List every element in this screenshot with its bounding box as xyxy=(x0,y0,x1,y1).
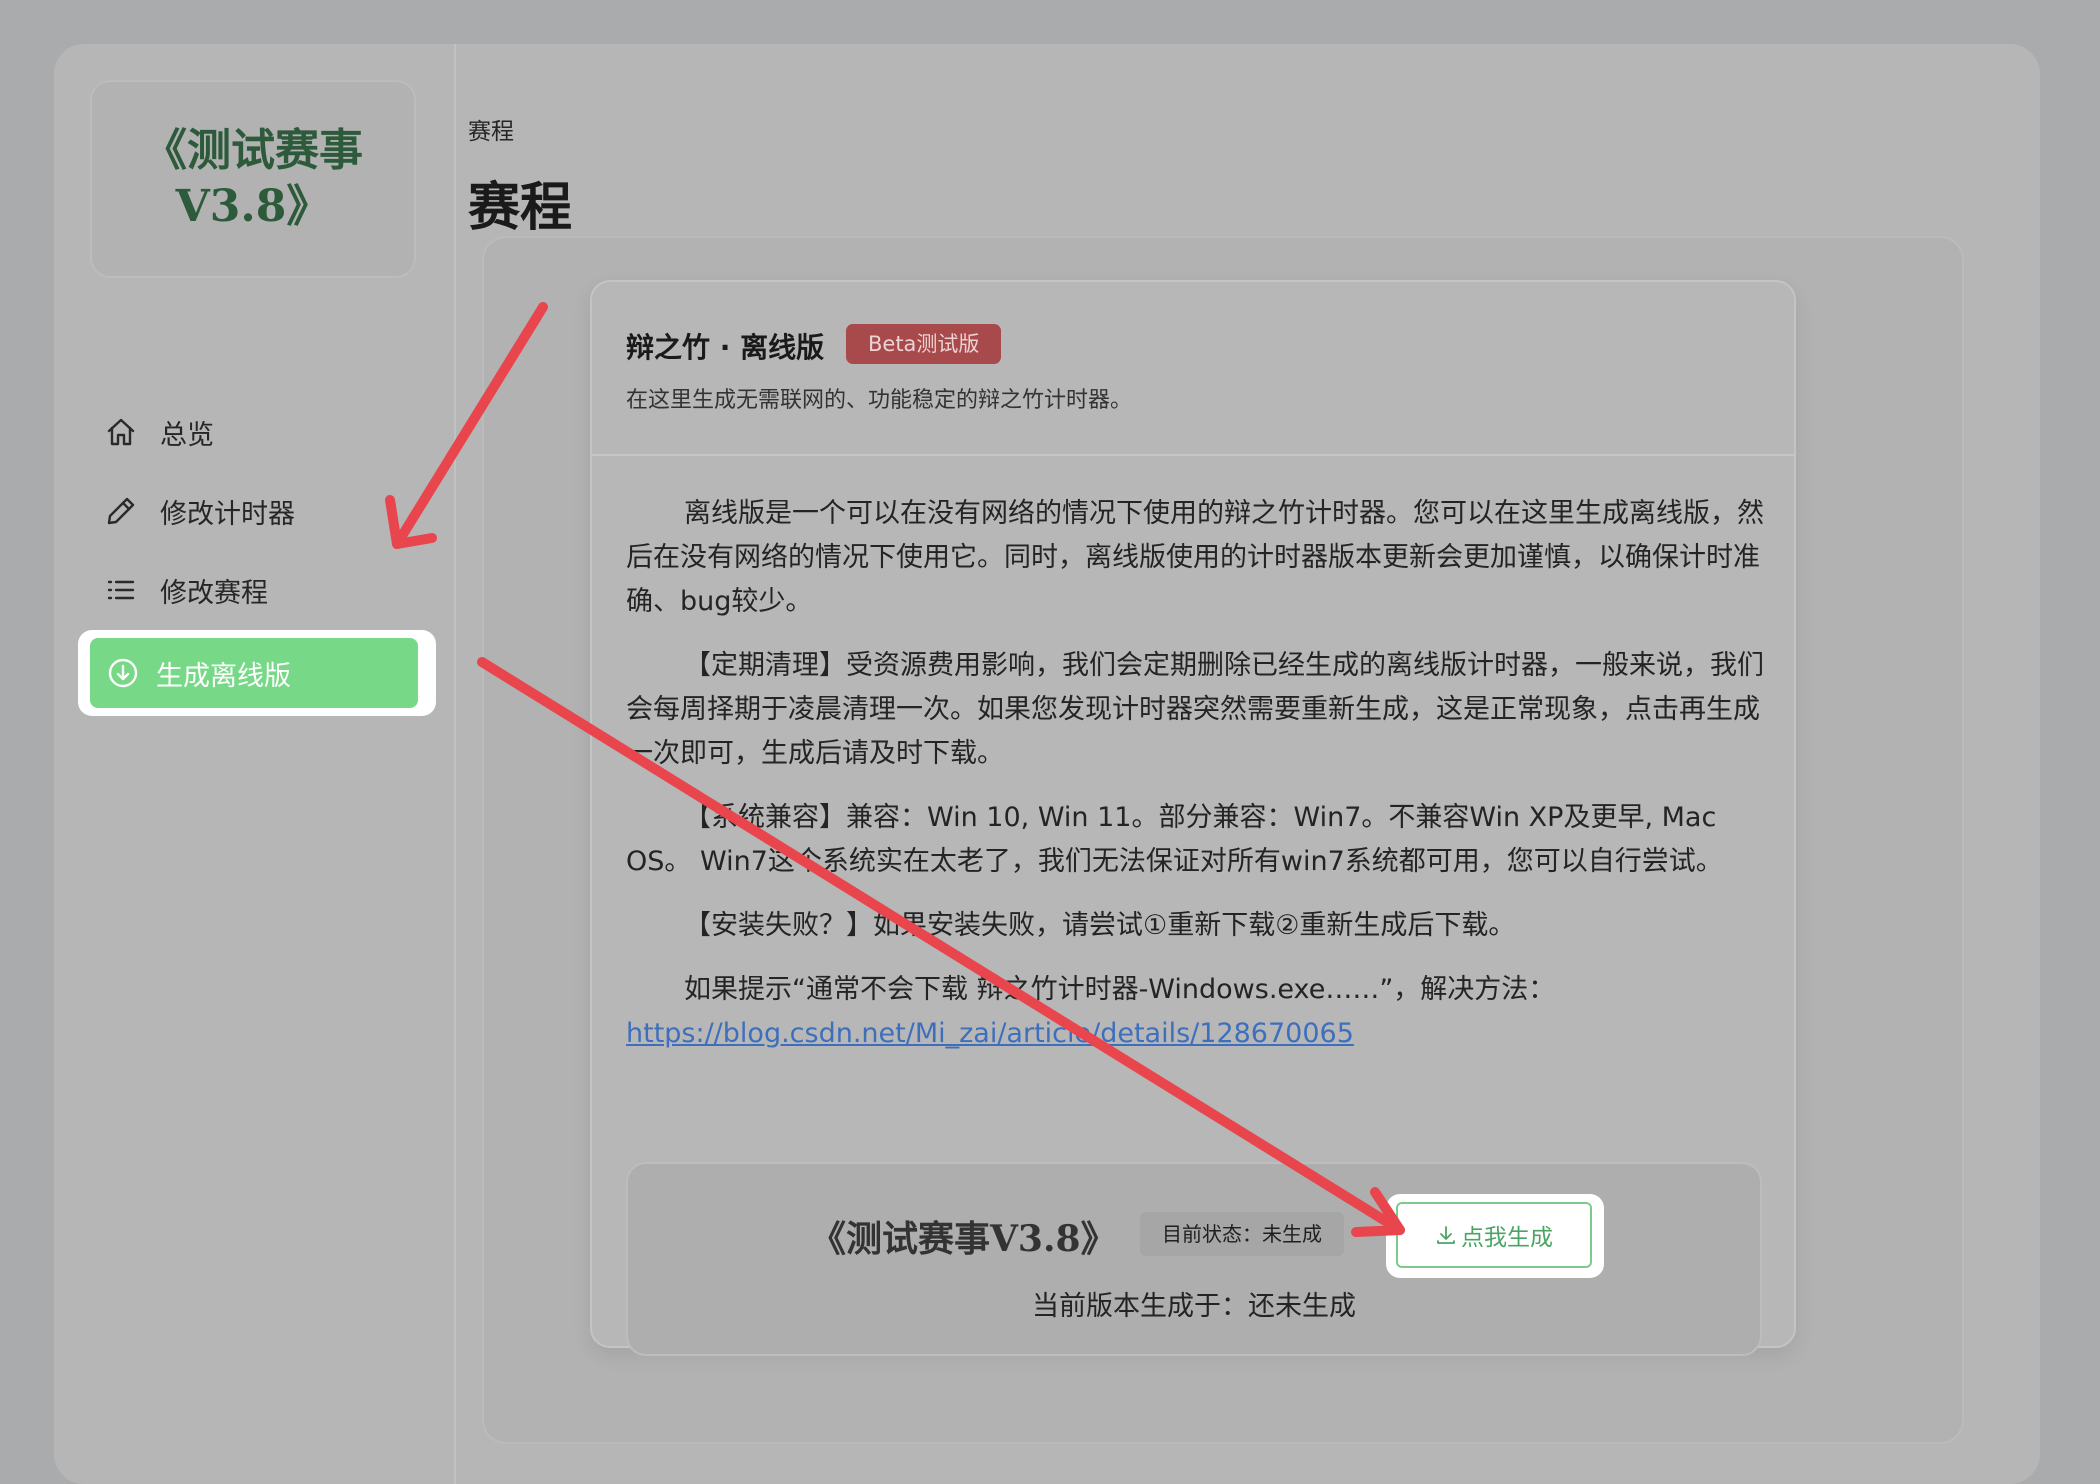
list-icon xyxy=(104,573,138,607)
download-circle-icon xyxy=(106,656,140,690)
page-title: 赛程 xyxy=(468,178,573,238)
sidebar-item-edit-timer[interactable]: 修改计时器 xyxy=(90,476,418,546)
card-body: 离线版是一个可以在没有网络的情况下使用的辩之竹计时器。您可以在这里生成离线版，然… xyxy=(626,492,1766,1076)
paragraph-cleanup: 【定期清理】受资源费用影响，我们会定期删除已经生成的离线版计时器，一般来说，我们… xyxy=(626,650,1764,769)
sidebar-item-label: 修改计时器 xyxy=(160,498,295,530)
help-link[interactable]: https://blog.csdn.net/Mi_zai/article/det… xyxy=(626,1018,1354,1049)
generator-panel: 《测试赛事V3.8》 目前状态：未生成 点我生成 当前版本生成于：还未生成 xyxy=(626,1162,1762,1356)
card-title: 辩之竹 · 离线版 xyxy=(626,331,825,364)
card-header: 辩之竹 · 离线版 Beta测试版 在这里生成无需联网的、功能稳定的辩之竹计时器… xyxy=(592,282,1794,456)
sidebar-item-edit-schedule[interactable]: 修改赛程 xyxy=(90,555,418,625)
logo-card: 《测试赛事V3.8》 xyxy=(90,80,416,278)
status-tag: 目前状态：未生成 xyxy=(1140,1212,1344,1256)
paragraph-intro: 离线版是一个可以在没有网络的情况下使用的辩之竹计时器。您可以在这里生成离线版，然… xyxy=(626,498,1764,617)
generate-button[interactable]: 点我生成 xyxy=(1396,1202,1592,1268)
beta-badge: Beta测试版 xyxy=(846,324,1002,364)
offline-card: 辩之竹 · 离线版 Beta测试版 在这里生成无需联网的、功能稳定的辩之竹计时器… xyxy=(590,280,1796,1356)
sidebar-highlight: 生成离线版 xyxy=(78,630,436,716)
event-name: 《测试赛事V3.8》 xyxy=(810,1218,1117,1260)
sidebar: 《测试赛事V3.8》 总览 修改计时器 修改赛程 生成离线版 xyxy=(54,44,456,1484)
home-icon xyxy=(104,415,138,449)
pencil-icon xyxy=(104,494,138,528)
paragraph-compat: 【系统兼容】兼容：Win 10, Win 11。部分兼容：Win7。不兼容Win… xyxy=(626,802,1723,877)
sidebar-item-label: 修改赛程 xyxy=(160,577,268,609)
breadcrumb[interactable]: 赛程 xyxy=(468,112,514,146)
sidebar-item-generate-offline[interactable]: 生成离线版 xyxy=(90,638,418,708)
card-subtitle: 在这里生成无需联网的、功能稳定的辩之竹计时器。 xyxy=(626,388,1133,413)
generate-button-label: 点我生成 xyxy=(1461,1225,1553,1251)
logo-text: 《测试赛事V3.8》 xyxy=(143,125,363,232)
download-icon xyxy=(1437,1226,1455,1244)
button-highlight: 点我生成 xyxy=(1386,1194,1604,1278)
sidebar-item-label: 生成离线版 xyxy=(156,660,291,692)
sidebar-item-label: 总览 xyxy=(160,419,214,451)
paragraph-hint: 如果提示“通常不会下载 辩之竹计时器-Windows.exe……”，解决方法： h… xyxy=(626,968,1766,1056)
paragraph-install: 【安装失败？】如果安装失败，请尝试①重新下载②重新生成后下载。 xyxy=(684,910,1516,941)
generated-time: 当前版本生成于：还未生成 xyxy=(1032,1291,1356,1322)
hint-text: 如果提示“通常不会下载 辩之竹计时器-Windows.exe……”，解决方法： xyxy=(684,974,1556,1005)
sidebar-item-overview[interactable]: 总览 xyxy=(90,397,418,467)
